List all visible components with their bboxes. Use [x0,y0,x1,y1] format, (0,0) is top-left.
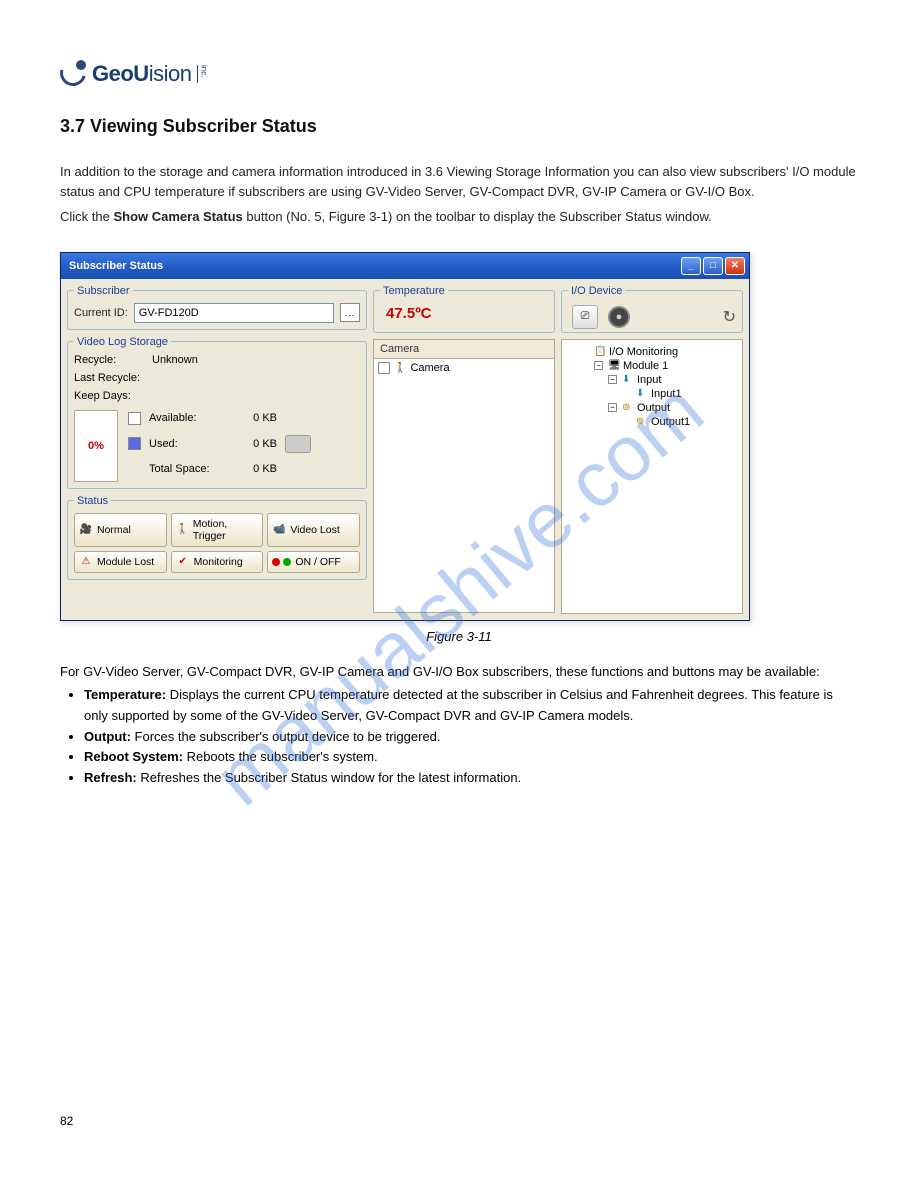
paragraph-after-figure: For GV-Video Server, GV-Compact DVR, GV-… [60,662,858,682]
used-label: Used: [149,438,219,450]
recycle-label: Recycle: [74,354,144,366]
video-lost-icon [272,524,286,536]
used-swatch-icon [128,437,141,450]
used-value: 0 KB [227,438,277,450]
disk-icon [285,435,311,453]
io-monitoring-icon [594,346,606,357]
io-tree[interactable]: I/O Monitoring − Module 1 [561,339,743,614]
tree-output1[interactable]: Output1 [622,416,738,428]
tree-input-group[interactable]: − Input [608,374,738,386]
output-icon [622,402,634,413]
refresh-button[interactable] [723,307,736,327]
logo-text: GeoUision [92,61,191,87]
camera-icon [79,524,93,536]
motion-icon [176,524,189,536]
maximize-button[interactable]: □ [703,257,723,275]
status-monitoring-button[interactable]: Monitoring [171,551,264,573]
available-label: Available: [149,412,219,424]
bullet-list: Temperature: Displays the current CPU te… [60,685,858,789]
lastrecycle-label: Last Recycle: [74,372,144,384]
expand-icon[interactable]: − [608,403,617,412]
current-id-input[interactable] [134,303,334,323]
output-icon: ⎚ [581,310,590,323]
subscriber-legend: Subscriber [74,285,133,297]
reboot-button[interactable]: ● [608,306,630,328]
titlebar[interactable]: Subscriber Status _ □ ✕ [61,253,749,279]
available-swatch-icon [128,412,141,425]
expand-icon[interactable]: − [594,361,603,370]
intro-paragraph-1: In addition to the storage and camera in… [60,162,858,201]
total-label: Total Space: [149,463,219,475]
section-heading: 3.7 Viewing Subscriber Status [60,116,858,137]
monitoring-icon [176,556,190,568]
onoff-icon [272,558,291,566]
status-normal-button[interactable]: Normal [74,513,167,547]
logo-mark-icon [60,60,88,88]
camera-list-header: Camera [373,339,555,358]
module-icon [608,360,620,371]
subscriber-status-dialog: Subscriber Status _ □ ✕ Subscriber Curre… [60,252,750,621]
list-item[interactable]: Camera [374,359,554,377]
storage-bar-chart: 0% [74,410,118,482]
page-number: 82 [60,1114,73,1128]
tree-module[interactable]: − Module 1 [594,360,738,372]
dialog-title: Subscriber Status [69,260,681,272]
camera-list[interactable]: Camera [373,358,555,613]
temperature-value: 47.5ºC [380,303,548,322]
total-value: 0 KB [227,463,277,475]
video-log-storage-group: Video Log Storage Recycle: Unknown Last … [67,336,367,489]
available-value: 0 KB [227,412,277,424]
status-onoff-button[interactable]: ON / OFF [267,551,360,573]
brand-logo: GeoUision inc. [60,60,858,88]
status-legend: Status [74,495,111,507]
current-id-label: Current ID: [74,307,128,319]
reboot-icon: ● [616,311,623,323]
module-lost-icon [79,556,93,568]
logo-inc: inc. [197,65,208,83]
status-group: Status Normal Motion, Trigger Video L [67,495,367,580]
subscriber-group: Subscriber Current ID: ... [67,285,367,330]
refresh-icon [723,313,736,325]
keepdays-label: Keep Days: [74,390,144,402]
temperature-group: Temperature 47.5ºC [373,285,555,333]
tree-input1[interactable]: Input1 [622,388,738,400]
output-icon [636,416,648,427]
storage-legend: Video Log Storage [74,336,171,348]
input-icon [622,374,634,385]
input-icon [636,388,648,399]
output-button[interactable]: ⎚ [572,305,598,329]
io-device-group: I/O Device ⎚ ● [561,285,743,333]
camera-checkbox[interactable] [378,362,390,374]
tree-output-group[interactable]: − Output [608,402,738,414]
minimize-button[interactable]: _ [681,257,701,275]
browse-button[interactable]: ... [340,303,360,322]
status-motion-button[interactable]: Motion, Trigger [171,513,264,547]
intro-paragraph-2: Click the Show Camera Status button (No.… [60,207,858,227]
camera-item-label: Camera [410,362,449,374]
figure-caption: Figure 3-11 [60,629,858,644]
close-button[interactable]: ✕ [725,257,745,275]
io-device-legend: I/O Device [568,285,625,297]
expand-icon[interactable]: − [608,375,617,384]
recycle-value: Unknown [152,354,198,366]
person-icon [394,362,406,374]
status-video-lost-button[interactable]: Video Lost [267,513,360,547]
tree-root[interactable]: I/O Monitoring [580,346,738,358]
status-module-lost-button[interactable]: Module Lost [74,551,167,573]
temperature-legend: Temperature [380,285,448,297]
